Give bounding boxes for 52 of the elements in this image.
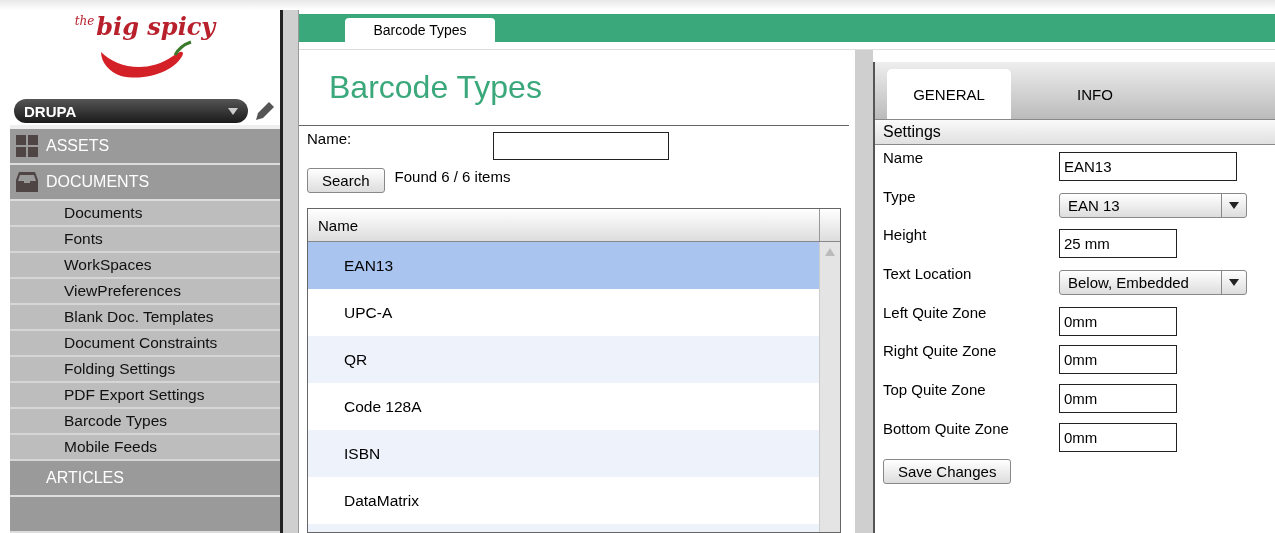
field-label: Left Quite Zone: [883, 303, 988, 321]
field-label: Type: [883, 187, 917, 205]
caret-icon: [1229, 201, 1239, 209]
caret-icon: [1229, 279, 1239, 287]
field-label: Bottom Quite Zone: [883, 419, 1010, 437]
nav-item[interactable]: Mobile Feeds: [10, 435, 280, 461]
nav-item[interactable]: PDF Export Settings: [10, 383, 280, 409]
save-button[interactable]: Save Changes: [883, 458, 1012, 484]
table-row[interactable]: EAN13: [308, 242, 819, 289]
input-field[interactable]: 0mm: [1059, 384, 1177, 414]
input-field[interactable]: 25 mm: [1059, 229, 1177, 259]
field-label: Name:: [307, 130, 353, 147]
splitter[interactable]: [855, 50, 873, 533]
nav-item[interactable]: Barcode Types: [10, 409, 280, 435]
field-label: Name: [883, 149, 924, 166]
nav-item[interactable]: WorkSpaces: [10, 253, 280, 279]
table-row[interactable]: [308, 524, 819, 532]
workspace-dropdown[interactable]: DRUPA: [14, 99, 248, 123]
caret-icon: [228, 107, 238, 115]
scroll-up-arrow-icon[interactable]: [825, 248, 835, 256]
tab[interactable]: Barcode Types: [345, 18, 495, 42]
search-button[interactable]: Search: [307, 168, 385, 193]
field-label: Text Location: [883, 265, 973, 283]
input-field[interactable]: 0mm: [1059, 345, 1177, 375]
nav-item[interactable]: Folding Settings: [10, 357, 280, 383]
tab[interactable]: INFO: [1033, 69, 1157, 119]
table-row[interactable]: ISBN: [308, 430, 819, 477]
page-title: Barcode Types: [299, 50, 849, 126]
name-input-field[interactable]: [493, 132, 669, 160]
nav-section[interactable]: [10, 497, 280, 533]
dropdown[interactable]: Below, Embedded: [1059, 270, 1247, 296]
field-label: Height: [883, 226, 928, 244]
result-count: Found 6 / 6 items: [394, 168, 511, 185]
input-field[interactable]: 0mm: [1059, 422, 1177, 452]
nav-item[interactable]: Documents: [10, 201, 280, 227]
dropdown[interactable]: EAN 13: [1059, 192, 1247, 218]
table-row[interactable]: QR: [308, 336, 819, 383]
field-label: Top Quite Zone: [883, 381, 987, 399]
scrollbar[interactable]: [819, 242, 840, 532]
input-field[interactable]: EAN13: [1059, 152, 1237, 181]
nav-item[interactable]: Document Constraints: [10, 331, 280, 357]
nav-item[interactable]: Fonts: [10, 227, 280, 253]
grid-icon: [16, 135, 38, 157]
nav-item[interactable]: ViewPreferences: [10, 279, 280, 305]
tray-icon: [16, 172, 38, 192]
section-header: Settings: [875, 120, 1275, 145]
nav-item[interactable]: Blank Doc. Templates: [10, 305, 280, 331]
pencil-icon[interactable]: [254, 100, 276, 122]
input-field[interactable]: 0mm: [1059, 306, 1177, 336]
splitter[interactable]: [283, 10, 299, 533]
field-label: Right Quite Zone: [883, 342, 998, 360]
tab[interactable]: GENERAL: [887, 69, 1011, 119]
